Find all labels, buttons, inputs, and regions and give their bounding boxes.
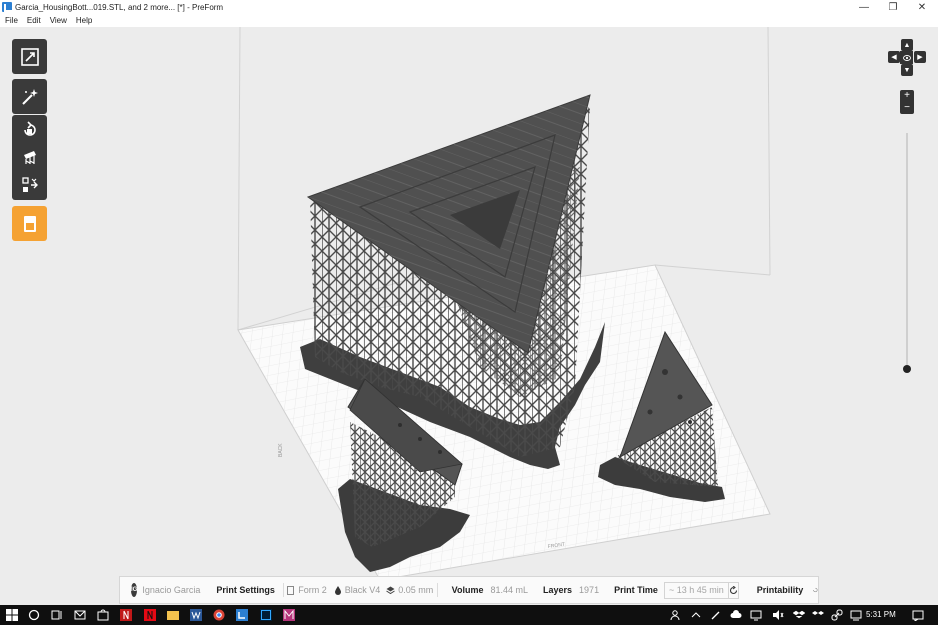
cloud-icon[interactable] (730, 609, 742, 621)
display-icon[interactable] (750, 609, 762, 621)
print-button[interactable] (12, 206, 47, 241)
zoom-slider-handle[interactable] (903, 365, 911, 373)
orientation-tool-button[interactable] (12, 115, 47, 143)
recalculate-button[interactable] (728, 581, 739, 599)
chrome-icon[interactable] (213, 609, 225, 621)
menu-file[interactable]: File (5, 16, 18, 25)
windows-start-icon[interactable] (6, 609, 18, 621)
layers-label: Layers (543, 585, 573, 595)
pan-down-button[interactable]: ▼ (901, 64, 913, 76)
menu-help[interactable]: Help (76, 16, 92, 25)
camera-nav-pad: ▲ ◀ ▶ ▼ (888, 39, 926, 76)
layer-height-value: 0.05 mm (398, 585, 434, 595)
resin-drop-icon (334, 585, 341, 595)
network-icon[interactable] (850, 609, 862, 621)
magic-wand-icon (21, 88, 38, 105)
layers-value: 1971 (579, 585, 600, 595)
menu-bar: File Edit View Help (0, 14, 938, 27)
one-click-print-button[interactable] (12, 79, 47, 114)
window-title: Garcia_HousingBott...019.STL, and 2 more… (15, 2, 224, 12)
volume-label: Volume (451, 585, 484, 595)
layout-tool-button[interactable] (12, 171, 47, 199)
app-m-icon[interactable] (283, 609, 295, 621)
clock[interactable]: 5:31 PM (866, 610, 896, 619)
menu-edit[interactable]: Edit (27, 16, 41, 25)
mail-icon[interactable] (74, 609, 86, 621)
word-icon[interactable] (190, 609, 202, 621)
material-name: Black V4 (344, 585, 381, 595)
dropbox-icon[interactable] (812, 609, 824, 621)
print-settings-label[interactable]: Print Settings (216, 585, 275, 595)
print-time-label: Print Time (614, 585, 658, 595)
zoom-controls: + − (900, 90, 914, 114)
menu-view[interactable]: View (50, 16, 67, 25)
title-bar: Garcia_HousingBott...019.STL, and 2 more… (0, 0, 938, 14)
pan-right-button[interactable]: ▶ (914, 51, 926, 63)
zoom-slider-track[interactable] (906, 133, 908, 369)
avatar[interactable]: IG (131, 583, 138, 597)
scene-canvas[interactable]: BACK FRONT (0, 27, 938, 605)
people-icon[interactable] (669, 609, 681, 621)
printer-name: Form 2 (298, 585, 327, 595)
reset-view-eye-icon[interactable] (900, 51, 913, 64)
user-name[interactable]: Ignacio Garcia (142, 585, 200, 595)
netflix-icon[interactable] (120, 609, 132, 621)
maximize-button[interactable]: ❐ (879, 0, 907, 14)
layer-height-chip[interactable]: 0.05 mm (386, 585, 433, 595)
store-icon[interactable] (97, 609, 109, 621)
minimize-button[interactable]: — (850, 0, 878, 14)
notification-icon[interactable] (912, 609, 924, 621)
material-chip[interactable]: Black V4 (334, 585, 381, 595)
task-view-icon[interactable] (51, 609, 63, 621)
printability-spinner-icon (813, 587, 818, 593)
search-icon[interactable] (28, 609, 40, 621)
refresh-icon (729, 585, 737, 594)
layers-icon (386, 586, 396, 594)
printer-icon (287, 585, 295, 595)
printer-chip[interactable]: Form 2 (287, 585, 327, 595)
link-icon[interactable] (831, 609, 843, 621)
pan-left-button[interactable]: ◀ (888, 51, 900, 63)
chevron-up-icon[interactable] (690, 609, 702, 621)
zoom-out-button[interactable]: − (900, 102, 914, 114)
zoom-in-button[interactable]: + (900, 90, 914, 102)
rotate-icon (23, 121, 36, 136)
preform-taskbar-icon[interactable] (236, 609, 248, 621)
printability-label[interactable]: Printability (757, 585, 804, 595)
volume-value: 81.44 mL (490, 585, 529, 595)
volume-icon[interactable] (772, 609, 784, 621)
layout-icon (21, 177, 38, 192)
supports-icon (23, 151, 36, 164)
pan-up-button[interactable]: ▲ (901, 39, 913, 51)
close-button[interactable]: ✕ (908, 0, 936, 14)
3d-viewport[interactable]: BACK FRONT ▲ ◀ ▶ ▼ + − (0, 27, 938, 605)
expand-icon (20, 47, 39, 66)
windows-taskbar: 5:31 PM (0, 605, 938, 625)
print-icon (23, 215, 36, 232)
fit-view-button[interactable] (12, 39, 47, 74)
photoshop-icon[interactable] (260, 609, 272, 621)
pen-icon[interactable] (710, 609, 722, 621)
status-bar: IG Ignacio Garcia Print Settings Form 2 … (119, 576, 819, 604)
plate-back-label: BACK (278, 443, 284, 457)
transform-tool-group (12, 115, 47, 200)
dropbox-icon[interactable] (793, 609, 805, 621)
preform-app-icon (2, 2, 12, 12)
file-explorer-icon[interactable] (167, 609, 179, 621)
supports-tool-button[interactable] (12, 143, 47, 171)
print-time-value: ~ 13 h 45 min (663, 581, 729, 599)
netflix-icon[interactable] (144, 609, 156, 621)
